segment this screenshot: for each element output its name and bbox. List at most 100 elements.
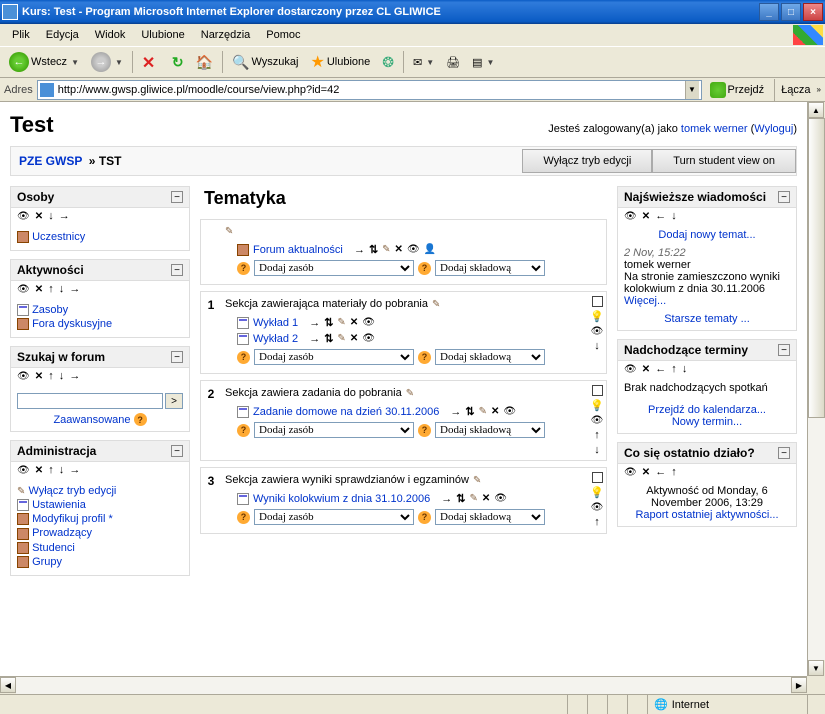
block-toggle-button[interactable]: − xyxy=(778,344,790,356)
new-event-link[interactable]: Nowy termin... xyxy=(672,416,742,428)
print-button[interactable]: 🖨 xyxy=(441,49,465,75)
resource-link[interactable]: Wykład 1 xyxy=(253,317,298,329)
help-icon[interactable]: ? xyxy=(418,262,431,275)
calendar-link[interactable]: Przejdź do kalendarza... xyxy=(648,404,766,416)
go-button[interactable]: Przejdź xyxy=(706,80,769,100)
admin-link[interactable]: ✎ Wyłącz tryb edycji xyxy=(17,485,183,497)
bulb-icon[interactable]: 💡 xyxy=(590,399,604,412)
block-toggle-button[interactable]: − xyxy=(171,264,183,276)
eye-icon[interactable]: 👁 xyxy=(591,502,604,513)
eye-icon[interactable]: 👁 xyxy=(17,211,30,222)
address-input-wrap[interactable]: ▼ xyxy=(37,80,702,100)
add-component-select[interactable]: Dodaj składową xyxy=(435,349,545,365)
edit-icon[interactable]: ✎ xyxy=(473,475,481,486)
add-resource-select[interactable]: Dodaj zasób xyxy=(254,260,414,276)
help-icon[interactable]: ? xyxy=(237,262,250,275)
edit-button[interactable]: ▤▼ xyxy=(467,49,499,75)
block-toggle-button[interactable]: − xyxy=(171,191,183,203)
mail-button[interactable]: ✉▼ xyxy=(408,49,439,75)
eye-icon[interactable]: 👁 xyxy=(591,326,604,337)
menu-edycja[interactable]: Edycja xyxy=(38,27,87,43)
admin-link[interactable]: Grupy xyxy=(17,556,183,568)
menu-ulubione[interactable]: Ulubione xyxy=(133,27,192,43)
username-link[interactable]: tomek werner xyxy=(681,123,748,135)
more-link[interactable]: Więcej... xyxy=(624,295,666,307)
block-toggle-button[interactable]: − xyxy=(171,445,183,457)
admin-link[interactable]: Modyfikuj profil * xyxy=(17,513,183,525)
up-icon[interactable]: ↑ xyxy=(594,429,600,441)
edit-icon[interactable]: ✎ xyxy=(225,226,233,237)
address-input[interactable] xyxy=(58,84,685,96)
scroll-left-button[interactable]: ◀ xyxy=(0,677,16,693)
right-icon[interactable]: → xyxy=(59,210,70,222)
close-button[interactable]: × xyxy=(803,3,823,21)
home-button[interactable]: 🏠 xyxy=(191,49,218,75)
down-icon[interactable]: ↓ xyxy=(48,210,54,222)
address-dropdown-button[interactable]: ▼ xyxy=(685,81,699,99)
student-view-button[interactable]: Turn student view on xyxy=(652,149,796,173)
links-label[interactable]: Łącza xyxy=(781,84,810,96)
add-topic-link[interactable]: Dodaj nowy temat... xyxy=(658,229,755,241)
zasoby-link[interactable]: Zasoby xyxy=(17,304,183,316)
scroll-down-button[interactable]: ▼ xyxy=(808,660,824,676)
maximize-button[interactable]: □ xyxy=(781,3,801,21)
down-icon[interactable]: ↓ xyxy=(594,340,600,352)
forum-search-input[interactable] xyxy=(17,393,163,409)
up-icon[interactable]: ↑ xyxy=(594,516,600,528)
advanced-search-link[interactable]: Zaawansowane xyxy=(53,414,130,426)
older-topics-link[interactable]: Starsze tematy ... xyxy=(664,313,750,325)
bulb-icon[interactable]: 💡 xyxy=(590,486,604,499)
breadcrumb-root[interactable]: PZE GWSP xyxy=(19,154,82,168)
menu-narzedzia[interactable]: Narzędzia xyxy=(193,27,259,43)
down-icon[interactable]: ↓ xyxy=(594,444,600,456)
bulb-icon[interactable]: 💡 xyxy=(590,310,604,323)
menu-widok[interactable]: Widok xyxy=(87,27,134,43)
forum-search-button[interactable]: > xyxy=(165,393,183,409)
help-icon[interactable]: ? xyxy=(134,413,147,426)
edit-mode-off-button[interactable]: Wyłącz tryb edycji xyxy=(522,149,652,173)
resource-link[interactable]: Wyniki kolokwium z dnia 31.10.2006 xyxy=(253,493,430,505)
block-toggle-button[interactable]: − xyxy=(778,447,790,459)
resource-link[interactable]: Zadanie domowe na dzień 30.11.2006 xyxy=(253,406,439,418)
admin-link[interactable]: Studenci xyxy=(17,542,183,554)
eye-icon[interactable]: 👁 xyxy=(407,244,420,255)
add-component-select[interactable]: Dodaj składową xyxy=(435,509,545,525)
stop-button[interactable]: ✕ xyxy=(137,49,165,75)
admin-link[interactable]: Prowadzący xyxy=(17,527,183,539)
move-icon[interactable]: ⇅ xyxy=(369,243,378,256)
resource-link[interactable]: Wykład 2 xyxy=(253,333,298,345)
fora-link[interactable]: Fora dyskusyjne xyxy=(17,318,183,330)
person-icon[interactable]: 👤 xyxy=(424,244,436,255)
forward-button[interactable]: → ▼ xyxy=(86,49,128,75)
scroll-track[interactable] xyxy=(16,677,791,694)
scroll-up-button[interactable]: ▲ xyxy=(808,102,824,118)
delete-icon[interactable]: ✕ xyxy=(395,244,403,255)
add-resource-select[interactable]: Dodaj zasób xyxy=(254,349,414,365)
move-right-icon[interactable]: → xyxy=(354,244,365,256)
add-resource-select[interactable]: Dodaj zasób xyxy=(254,509,414,525)
uczestnicy-link[interactable]: Uczestnicy xyxy=(17,231,183,243)
highlight-icon[interactable] xyxy=(592,296,603,307)
recent-report-link[interactable]: Raport ostatniej aktywności... xyxy=(635,509,778,521)
search-button[interactable]: 🔍 Wyszukaj xyxy=(227,49,303,75)
highlight-icon[interactable] xyxy=(592,472,603,483)
admin-link[interactable]: Ustawienia xyxy=(17,499,183,511)
highlight-icon[interactable] xyxy=(592,385,603,396)
refresh-button[interactable]: ↻ xyxy=(167,49,189,75)
back-button[interactable]: ← Wstecz ▼ xyxy=(4,49,84,75)
outer-scroll-vertical[interactable]: ▲ ▼ xyxy=(807,102,825,676)
add-component-select[interactable]: Dodaj składową xyxy=(435,260,545,276)
minimize-button[interactable]: _ xyxy=(759,3,779,21)
add-resource-select[interactable]: Dodaj zasób xyxy=(254,422,414,438)
edit-icon[interactable]: ✎ xyxy=(382,244,390,255)
block-toggle-button[interactable]: − xyxy=(171,351,183,363)
edit-icon[interactable]: ✎ xyxy=(406,388,414,399)
forum-link[interactable]: Forum aktualności xyxy=(253,244,343,256)
favorites-button[interactable]: ★ Ulubione xyxy=(305,49,375,75)
add-component-select[interactable]: Dodaj składową xyxy=(435,422,545,438)
menu-plik[interactable]: Plik xyxy=(4,27,38,43)
menu-pomoc[interactable]: Pomoc xyxy=(258,27,308,43)
edit-icon[interactable]: ✎ xyxy=(432,299,440,310)
delete-icon[interactable]: ✕ xyxy=(35,211,43,222)
outer-scroll-horizontal[interactable]: ◀ ▶ xyxy=(0,676,807,694)
